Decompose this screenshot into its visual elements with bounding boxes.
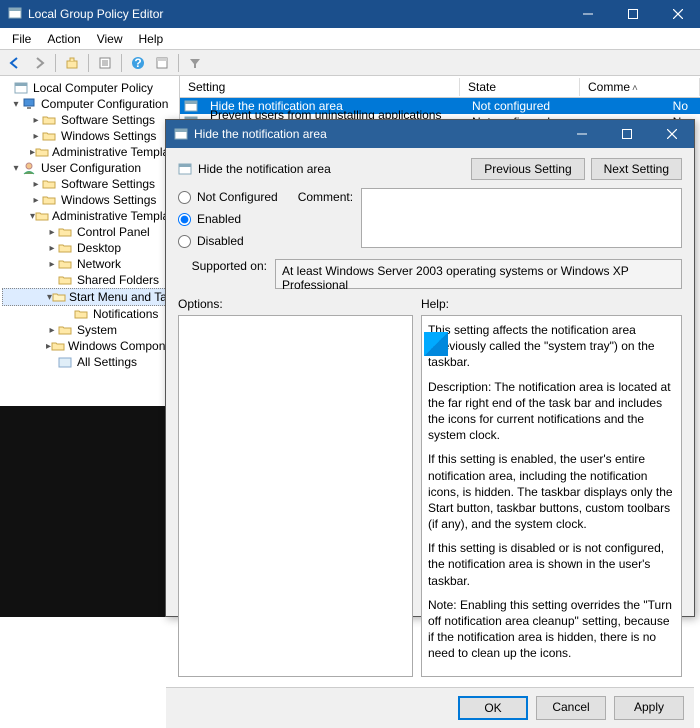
computer-icon (22, 97, 38, 111)
minimize-button[interactable] (565, 0, 610, 28)
tree-desktop[interactable]: ▸Desktop (2, 240, 177, 256)
tree-notifications[interactable]: Notifications (2, 306, 177, 322)
apply-button[interactable]: Apply (614, 696, 684, 720)
main-titlebar: Local Group Policy Editor (0, 0, 700, 28)
tree-cc[interactable]: ▾Computer Configuration (2, 96, 177, 112)
dialog-close-button[interactable] (649, 120, 694, 148)
dialog-titlebar: Hide the notification area (166, 120, 694, 148)
supported-label: Supported on: (178, 259, 267, 273)
menubar: File Action View Help (0, 28, 700, 50)
comment-field[interactable] (361, 188, 682, 248)
background-strip (0, 406, 165, 617)
folder-open-icon (52, 291, 66, 303)
policy-icon (14, 81, 30, 95)
supported-value: At least Windows Server 2003 operating s… (275, 259, 682, 289)
settings-icon (58, 356, 74, 368)
next-setting-button[interactable]: Next Setting (591, 158, 682, 180)
col-state[interactable]: State (460, 78, 580, 96)
back-button[interactable] (4, 52, 26, 74)
folder-icon (42, 130, 58, 142)
policy-name: Hide the notification area (198, 162, 331, 176)
radio-disabled[interactable]: Disabled (178, 234, 278, 248)
radio-enabled[interactable]: Enabled (178, 212, 278, 226)
toolbar: ? (0, 50, 700, 76)
tree-shared-folders[interactable]: Shared Folders (2, 272, 177, 288)
forward-button[interactable] (28, 52, 50, 74)
help-panel: This setting affects the notification ar… (421, 315, 682, 677)
tree-uc-win[interactable]: ▸Windows Settings (2, 192, 177, 208)
folder-icon (58, 324, 74, 336)
policy-dialog: Hide the notification area Hide the noti… (165, 119, 695, 617)
folder-icon (35, 210, 49, 222)
tree-windows-components[interactable]: ▸Windows Components (2, 338, 177, 354)
menu-view[interactable]: View (89, 30, 131, 48)
policy-icon (178, 162, 192, 176)
close-button[interactable] (655, 0, 700, 28)
tree-cc-sw[interactable]: ▸Software Settings (2, 112, 177, 128)
tree-start-menu[interactable]: ▾Start Menu and Taskbar (2, 288, 177, 306)
options-label: Options: (178, 297, 413, 311)
cancel-button[interactable]: Cancel (536, 696, 606, 720)
tree-root[interactable]: Local Computer Policy (2, 80, 177, 96)
setting-icon (184, 99, 200, 113)
up-button[interactable] (61, 52, 83, 74)
folder-icon (58, 242, 74, 254)
folder-icon (58, 226, 74, 238)
help-button[interactable]: ? (127, 52, 149, 74)
dialog-minimize-button[interactable] (559, 120, 604, 148)
app-icon (8, 7, 22, 21)
tree-cc-win[interactable]: ▸Windows Settings (2, 128, 177, 144)
menu-file[interactable]: File (4, 30, 39, 48)
dialog-title: Hide the notification area (194, 127, 559, 141)
folder-icon (58, 274, 74, 286)
list-button[interactable] (94, 52, 116, 74)
menu-help[interactable]: Help (131, 30, 172, 48)
folder-icon (35, 146, 49, 158)
tree-cc-adm[interactable]: ▸Administrative Templates (2, 144, 177, 160)
folder-icon (51, 340, 65, 352)
folder-icon (58, 258, 74, 270)
tree-uc[interactable]: ▾User Configuration (2, 160, 177, 176)
help-label: Help: (421, 297, 682, 311)
tree-uc-sw[interactable]: ▸Software Settings (2, 176, 177, 192)
svg-text:?: ? (134, 56, 141, 70)
previous-setting-button[interactable]: Previous Setting (471, 158, 584, 180)
maximize-button[interactable] (610, 0, 655, 28)
folder-icon (42, 114, 58, 126)
comment-label: Comment: (298, 188, 353, 251)
tree-network[interactable]: ▸Network (2, 256, 177, 272)
cursor-overlay-icon (424, 332, 448, 356)
filter-button[interactable] (184, 52, 206, 74)
ok-button[interactable]: OK (458, 696, 528, 720)
col-comment[interactable]: Comme˄ (580, 78, 700, 96)
options-panel (178, 315, 413, 677)
folder-icon (42, 178, 58, 190)
folder-icon (42, 194, 58, 206)
chevron-up-icon: ˄ (632, 83, 638, 94)
dialog-maximize-button[interactable] (604, 120, 649, 148)
menu-action[interactable]: Action (39, 30, 88, 48)
folder-icon (74, 308, 90, 320)
properties-button[interactable] (151, 52, 173, 74)
policy-icon (174, 127, 188, 141)
list-header: Setting State Comme˄ (180, 76, 700, 98)
user-icon (22, 161, 38, 175)
col-setting[interactable]: Setting (180, 78, 460, 96)
radio-not-configured[interactable]: Not Configured (178, 190, 278, 204)
tree-uc-adm[interactable]: ▾Administrative Templates (2, 208, 177, 224)
window-title: Local Group Policy Editor (28, 7, 565, 21)
tree-control-panel[interactable]: ▸Control Panel (2, 224, 177, 240)
tree-all-settings[interactable]: All Settings (2, 354, 177, 370)
tree-system[interactable]: ▸System (2, 322, 177, 338)
